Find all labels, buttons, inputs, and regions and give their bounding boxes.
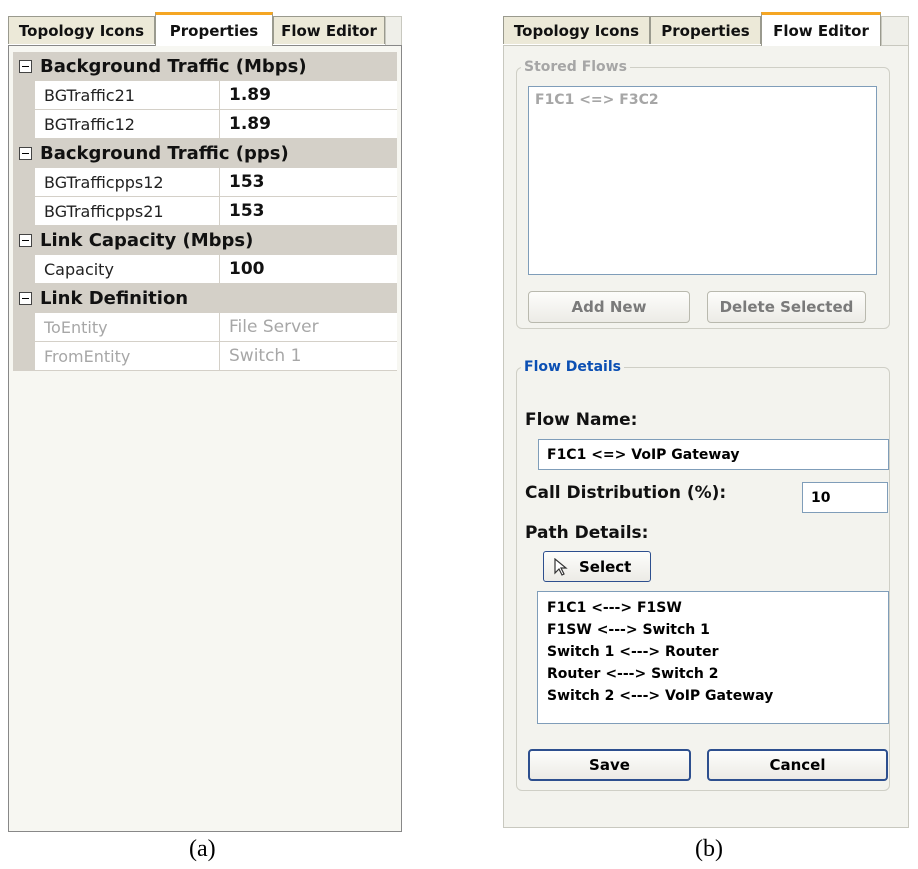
property-row-disabled: FromEntity Switch 1 bbox=[13, 342, 397, 371]
select-button-label: Select bbox=[579, 557, 632, 576]
save-button[interactable]: Save bbox=[528, 749, 691, 781]
property-grid: Background Traffic (Mbps) BGTraffic21 1.… bbox=[8, 45, 402, 832]
property-name: BGTraffic12 bbox=[35, 110, 220, 139]
flow-editor-panel: Topology Icons Properties Flow Editor St… bbox=[503, 12, 909, 828]
property-row[interactable]: BGTrafficpps21 153 bbox=[13, 197, 397, 226]
call-distribution-label: Call Distribution (%): bbox=[525, 483, 727, 503]
property-name: BGTrafficpps12 bbox=[35, 168, 220, 197]
group-title: Background Traffic (pps) bbox=[40, 143, 289, 164]
flow-name-field[interactable]: F1C1 <=> VoIP Gateway bbox=[538, 439, 889, 470]
property-name: Capacity bbox=[35, 255, 220, 284]
tab-flow-editor[interactable]: Flow Editor bbox=[761, 12, 881, 46]
tab-properties[interactable]: Properties bbox=[155, 12, 273, 46]
group-title: Link Definition bbox=[40, 288, 189, 309]
cancel-button[interactable]: Cancel bbox=[707, 749, 888, 781]
call-distribution-field[interactable]: 10 bbox=[802, 482, 888, 513]
select-button[interactable]: Select bbox=[543, 551, 651, 582]
property-group-bg-traffic-pps[interactable]: Background Traffic (pps) bbox=[13, 139, 397, 168]
property-name: BGTrafficpps21 bbox=[35, 197, 220, 226]
collapse-minus-icon[interactable] bbox=[19, 234, 32, 247]
path-details-list[interactable]: F1C1 <---> F1SW F1SW <---> Switch 1 Swit… bbox=[537, 591, 889, 724]
property-group-link-definition[interactable]: Link Definition bbox=[13, 284, 397, 313]
flow-details-legend: Flow Details bbox=[524, 359, 621, 375]
property-name: ToEntity bbox=[35, 313, 220, 342]
property-row[interactable]: BGTrafficpps12 153 bbox=[13, 168, 397, 197]
list-item[interactable]: Router <---> Switch 2 bbox=[547, 663, 888, 685]
stored-flows-legend: Stored Flows bbox=[524, 59, 627, 75]
tab-flow-editor[interactable]: Flow Editor bbox=[273, 16, 385, 44]
property-group-link-capacity[interactable]: Link Capacity (Mbps) bbox=[13, 226, 397, 255]
list-item[interactable]: F1C1 <=> F3C2 bbox=[529, 87, 876, 113]
caption-a: (a) bbox=[189, 836, 216, 862]
tab-strip-filler bbox=[385, 16, 402, 45]
property-row[interactable]: Capacity 100 bbox=[13, 255, 397, 284]
property-group-bg-traffic-mbps[interactable]: Background Traffic (Mbps) bbox=[13, 52, 397, 81]
tab-topology-icons[interactable]: Topology Icons bbox=[503, 16, 650, 44]
list-item[interactable]: Switch 1 <---> Router bbox=[547, 641, 888, 663]
property-value[interactable]: 100 bbox=[220, 255, 397, 284]
properties-panel: Topology Icons Properties Flow Editor Ba… bbox=[8, 12, 402, 833]
collapse-minus-icon[interactable] bbox=[19, 292, 32, 305]
property-name: BGTraffic21 bbox=[35, 81, 220, 110]
caption-b: (b) bbox=[695, 836, 723, 862]
tab-topology-icons[interactable]: Topology Icons bbox=[8, 16, 155, 44]
property-row[interactable]: BGTraffic12 1.89 bbox=[13, 110, 397, 139]
add-new-button[interactable]: Add New bbox=[528, 291, 690, 323]
property-value: Switch 1 bbox=[220, 342, 397, 371]
property-row[interactable]: BGTraffic21 1.89 bbox=[13, 81, 397, 110]
collapse-minus-icon[interactable] bbox=[19, 147, 32, 160]
delete-selected-button[interactable]: Delete Selected bbox=[707, 291, 866, 323]
property-value[interactable]: 1.89 bbox=[220, 110, 397, 139]
cursor-arrow-icon bbox=[552, 557, 570, 576]
collapse-minus-icon[interactable] bbox=[19, 60, 32, 73]
property-value[interactable]: 1.89 bbox=[220, 81, 397, 110]
flow-editor-body: Stored Flows F1C1 <=> F3C2 Add New Delet… bbox=[503, 45, 909, 828]
list-item[interactable]: Switch 2 <---> VoIP Gateway bbox=[547, 685, 888, 707]
tab-properties[interactable]: Properties bbox=[650, 16, 761, 44]
group-title: Background Traffic (Mbps) bbox=[40, 56, 307, 77]
path-details-label: Path Details: bbox=[525, 523, 649, 543]
property-row-disabled: ToEntity File Server bbox=[13, 313, 397, 342]
property-value[interactable]: 153 bbox=[220, 197, 397, 226]
stored-flows-list[interactable]: F1C1 <=> F3C2 bbox=[528, 86, 877, 275]
property-name: FromEntity bbox=[35, 342, 220, 371]
flow-name-label: Flow Name: bbox=[525, 410, 638, 430]
group-title: Link Capacity (Mbps) bbox=[40, 230, 254, 251]
property-value: File Server bbox=[220, 313, 397, 342]
list-item[interactable]: F1SW <---> Switch 1 bbox=[547, 619, 888, 641]
tab-strip-filler bbox=[881, 16, 909, 45]
list-item[interactable]: F1C1 <---> F1SW bbox=[547, 597, 888, 619]
property-value[interactable]: 153 bbox=[220, 168, 397, 197]
